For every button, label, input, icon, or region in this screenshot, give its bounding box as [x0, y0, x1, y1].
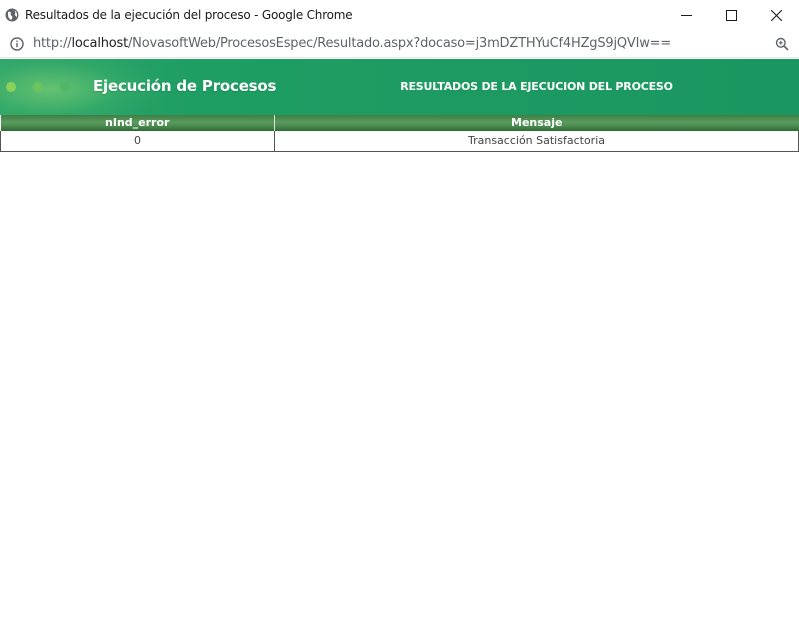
maximize-button[interactable]: [709, 0, 754, 30]
app-title: Ejecución de Procesos: [93, 77, 277, 95]
info-icon[interactable]: [10, 36, 24, 51]
column-header-nind-error: nInd_error: [0, 115, 275, 131]
window-titlebar: Resultados de la ejecución del proceso -…: [0, 0, 799, 30]
window-title: Resultados de la ejecución del proceso -…: [25, 8, 353, 22]
url-scheme: http://: [33, 36, 72, 51]
table-row: 0 Transacción Satisfactoria: [0, 131, 799, 152]
minimize-button[interactable]: [664, 0, 709, 30]
page-title: RESULTADOS DE LA EJECUCION DEL PROCESO: [400, 80, 673, 93]
maximize-icon: [726, 9, 737, 21]
app-header: Ejecución de Procesos RESULTADOS DE LA E…: [0, 59, 799, 115]
close-button[interactable]: [754, 0, 799, 30]
url-text[interactable]: http://localhost/NovasoftWeb/ProcesosEsp…: [33, 36, 671, 51]
url-path: /NovasoftWeb/ProcesosEspec/Resultado.asp…: [128, 36, 672, 51]
cell-mensaje: Transacción Satisfactoria: [274, 131, 799, 152]
minimize-icon: [681, 14, 692, 16]
decorative-dot: [60, 82, 70, 92]
cell-nind-error: 0: [0, 131, 275, 152]
column-header-mensaje: Mensaje: [274, 115, 799, 131]
table-header-row: nInd_error Mensaje: [0, 115, 799, 131]
url-host: localhost: [71, 36, 128, 51]
close-icon: [771, 9, 782, 21]
address-bar[interactable]: http://localhost/NovasoftWeb/ProcesosEsp…: [0, 30, 799, 58]
globe-icon: [5, 8, 19, 22]
decorative-dot: [33, 82, 43, 92]
decorative-dot: [6, 82, 16, 92]
window-controls: [664, 0, 799, 30]
results-table: nInd_error Mensaje 0 Transacción Satisfa…: [0, 115, 799, 152]
zoom-icon[interactable]: [775, 37, 789, 51]
